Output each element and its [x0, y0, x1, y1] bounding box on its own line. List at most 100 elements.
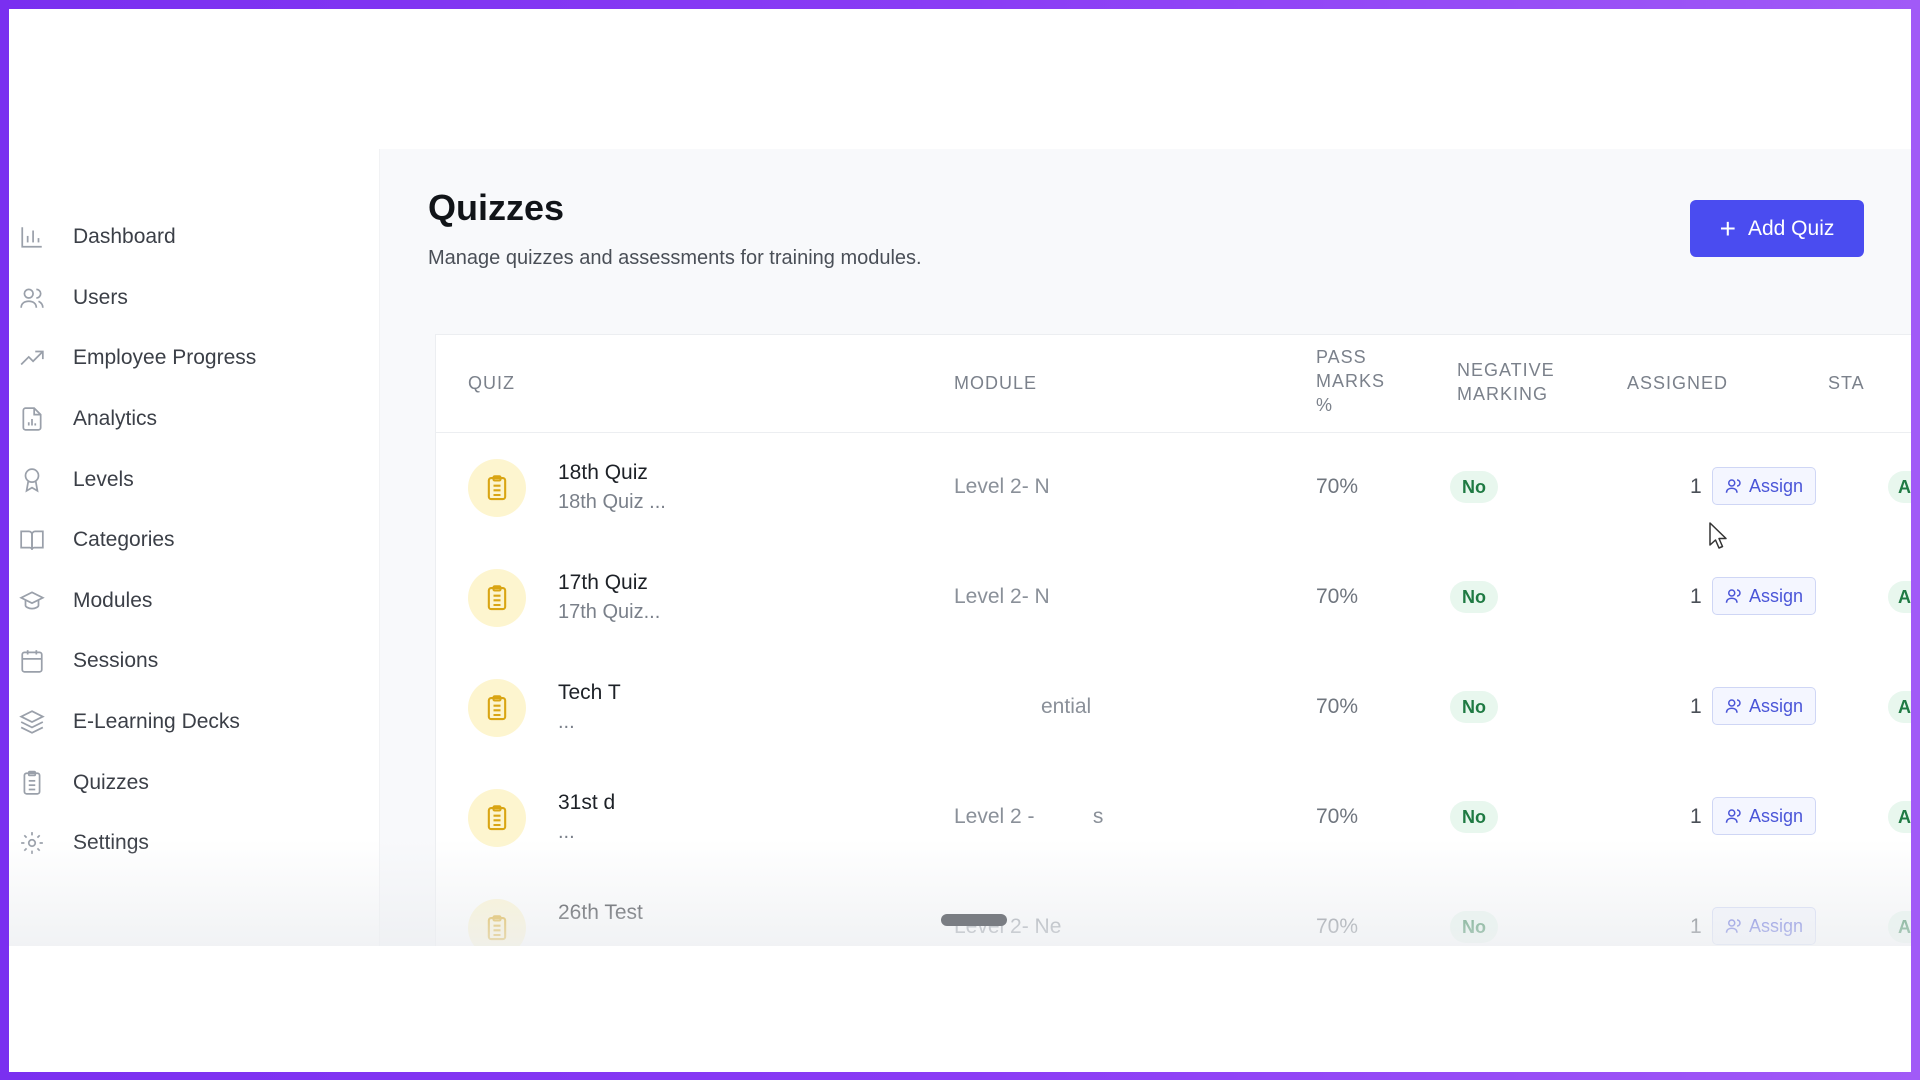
clipboard-icon	[468, 789, 526, 847]
sidebar-nav: Dashboard Users Employee Progress Analyt…	[9, 207, 379, 874]
layers-icon	[17, 707, 47, 737]
quiz-description: 17th Quiz...	[558, 601, 661, 623]
assign-label: Assign	[1748, 475, 1804, 496]
users-icon	[1725, 479, 1741, 493]
column-header-pass-line: PASS	[1316, 347, 1367, 367]
status-badge: Ac	[1888, 691, 1911, 723]
users-icon	[1725, 809, 1741, 823]
status-badge: Ac	[1888, 471, 1911, 503]
sidebar-item-settings[interactable]: Settings	[9, 813, 379, 874]
users-icon	[1725, 919, 1741, 933]
sidebar-item-label: Categories	[73, 528, 175, 552]
quiz-module: Level 2 - s	[954, 805, 1104, 828]
add-quiz-label: Add Quiz	[1747, 216, 1835, 240]
quizzes-table: QUIZ MODULE PASS MARKS % NEGATIVE MARKIN…	[435, 334, 1911, 946]
sidebar: Dashboard Users Employee Progress Analyt…	[9, 149, 380, 946]
users-icon	[1725, 699, 1741, 713]
column-header-pass-marks: PASS MARKS %	[1316, 345, 1385, 417]
trending-up-icon	[17, 343, 47, 373]
table-row[interactable]: 18th Quiz 18th Quiz ... Level 2- N 70% N…	[436, 433, 1911, 544]
quiz-title: 18th Quiz	[558, 461, 648, 484]
quiz-description: ...	[558, 711, 575, 733]
assign-button[interactable]: Assign	[1712, 687, 1816, 725]
assign-button[interactable]: Assign	[1712, 577, 1816, 615]
assign-button[interactable]: Assign	[1712, 797, 1816, 835]
sidebar-item-modules[interactable]: Modules	[9, 571, 379, 632]
quiz-pass-marks: 70%	[1316, 475, 1359, 498]
table-header: QUIZ MODULE PASS MARKS % NEGATIVE MARKIN…	[436, 335, 1911, 433]
clipboard-icon	[468, 679, 526, 737]
horizontal-scroll-handle[interactable]	[941, 914, 1007, 926]
column-header-negative-line: NEGATIVE	[1457, 360, 1555, 380]
page-title: Quizzes	[428, 187, 565, 228]
assign-button[interactable]: Assign	[1712, 467, 1816, 505]
column-header-assigned: ASSIGNED	[1627, 373, 1729, 393]
assigned-count: 1	[1690, 475, 1702, 498]
sidebar-item-label: E-Learning Decks	[73, 710, 240, 734]
quiz-description: 18th Quiz ...	[558, 491, 666, 513]
negative-marking-badge: No	[1450, 911, 1498, 943]
status-badge: Ac	[1888, 801, 1911, 833]
quiz-pass-marks: 70%	[1316, 585, 1359, 608]
add-quiz-button[interactable]: + Add Quiz	[1690, 200, 1864, 257]
sidebar-item-label: Levels	[73, 467, 134, 491]
column-header-negative-marking: NEGATIVE MARKING	[1457, 358, 1555, 406]
column-header-quiz: QUIZ	[468, 373, 515, 393]
quiz-pass-marks: 70%	[1316, 915, 1359, 938]
clipboard-icon	[468, 899, 526, 946]
award-icon	[17, 465, 47, 495]
sidebar-item-levels[interactable]: Levels	[9, 449, 379, 510]
column-header-module: MODULE	[954, 373, 1038, 393]
graduation-cap-icon	[17, 586, 47, 616]
quiz-description: ...	[558, 821, 575, 843]
quiz-title: 17th Quiz	[558, 571, 648, 594]
negative-marking-badge: No	[1450, 581, 1498, 613]
book-open-icon	[17, 525, 47, 555]
sidebar-item-label: Sessions	[73, 649, 159, 673]
negative-marking-badge: No	[1450, 691, 1498, 723]
sidebar-item-quizzes[interactable]: Quizzes	[9, 752, 379, 813]
sidebar-item-dashboard[interactable]: Dashboard	[9, 207, 379, 268]
clipboard-icon	[468, 459, 526, 517]
quiz-module: Level 2- N	[954, 585, 1050, 608]
quiz-module: Level 2- N	[954, 475, 1050, 498]
column-header-marking-line: MARKING	[1457, 384, 1549, 404]
assign-label: Assign	[1748, 915, 1804, 936]
sidebar-item-users[interactable]: Users	[9, 268, 379, 329]
page-subtitle: Manage quizzes and assessments for train…	[428, 247, 922, 269]
quiz-title: 31st d	[558, 791, 616, 814]
assigned-count: 1	[1690, 695, 1702, 718]
assigned-count: 1	[1690, 585, 1702, 608]
assign-label: Assign	[1748, 585, 1804, 606]
sidebar-item-label: Quizzes	[73, 770, 149, 794]
sidebar-item-e-learning-decks[interactable]: E-Learning Decks	[9, 692, 379, 753]
assign-label: Assign	[1748, 805, 1804, 826]
status-badge: Ac	[1888, 581, 1911, 613]
sidebar-item-categories[interactable]: Categories	[9, 510, 379, 571]
assign-button[interactable]: Assign	[1712, 907, 1816, 945]
plus-icon: +	[1719, 212, 1736, 244]
users-icon	[1725, 589, 1741, 603]
bar-chart-icon	[17, 222, 47, 252]
gear-icon	[17, 828, 47, 858]
quiz-pass-marks: 70%	[1316, 695, 1359, 718]
table-row[interactable]: 17th Quiz 17th Quiz... Level 2- N 70% No…	[436, 543, 1911, 654]
status-badge: Ac	[1888, 911, 1911, 943]
assign-label: Assign	[1748, 695, 1804, 716]
quiz-module: ential	[1041, 695, 1092, 718]
sidebar-item-sessions[interactable]: Sessions	[9, 631, 379, 692]
sidebar-item-analytics[interactable]: Analytics	[9, 389, 379, 450]
sidebar-item-label: Modules	[73, 588, 153, 612]
sidebar-item-employee-progress[interactable]: Employee Progress	[9, 328, 379, 389]
table-row[interactable]: Tech T ... ential 70% No 1 Assign Ac	[436, 653, 1911, 764]
sidebar-item-label: Dashboard	[73, 225, 176, 249]
assigned-count: 1	[1690, 915, 1702, 938]
quiz-title: 26th Test	[558, 901, 643, 924]
sidebar-item-label: Analytics	[73, 407, 158, 431]
table-row[interactable]: 31st d ... Level 2 - s 70% No 1 Assign A…	[436, 763, 1911, 874]
sidebar-item-label: Settings	[73, 831, 149, 855]
sidebar-item-label: Employee Progress	[73, 346, 257, 370]
column-header-marks-line: MARKS	[1316, 371, 1386, 391]
quiz-title: Tech T	[558, 681, 621, 704]
assigned-count: 1	[1690, 805, 1702, 828]
